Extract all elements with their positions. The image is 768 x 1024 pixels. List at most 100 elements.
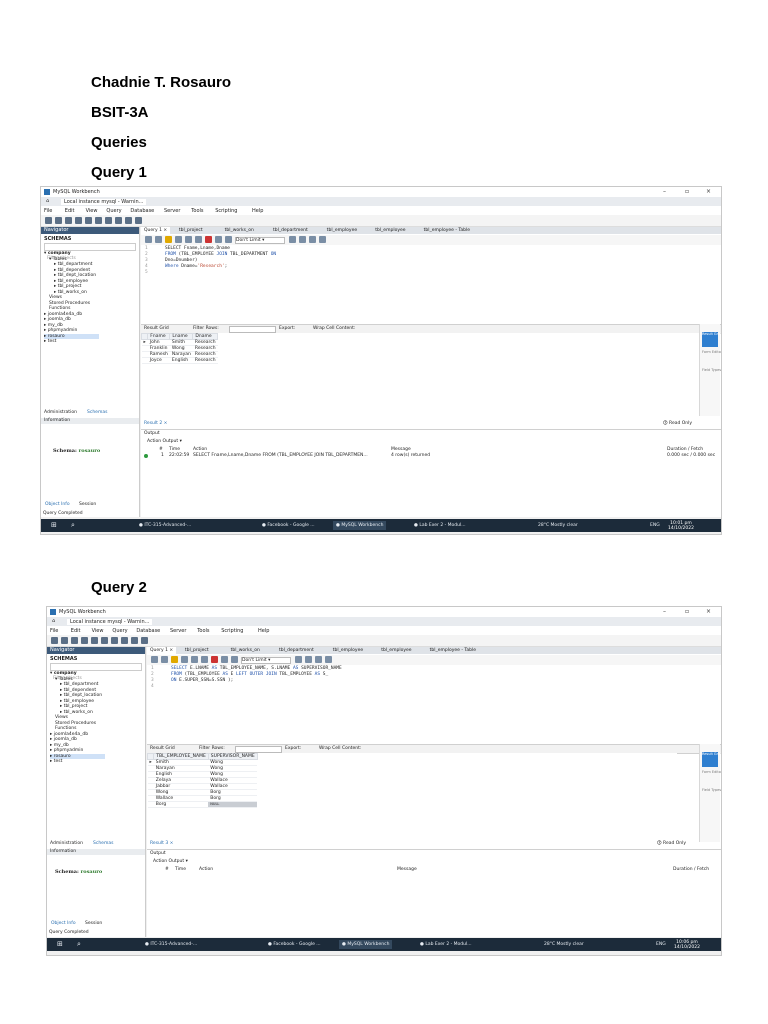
side-button[interactable]: Field Types	[702, 368, 721, 383]
tree-views[interactable]: Views	[49, 295, 62, 300]
search-icon[interactable]: ⌕	[77, 940, 81, 949]
connection-tab[interactable]: Local instance mysql - Warnin...	[67, 619, 153, 625]
menu-file[interactable]: File	[50, 628, 58, 634]
editor-toolbar-icon[interactable]	[295, 656, 302, 663]
toolbar-icon[interactable]	[45, 217, 52, 224]
sql-code[interactable]: 1 SELECT E.LNAME AS TBL_EMPLOYEE_NAME, S.…	[147, 666, 721, 734]
tree-company[interactable]: ▾ company	[50, 671, 77, 676]
toolbar-icon[interactable]	[131, 637, 138, 644]
editor-tab[interactable]: tbl_employee - Table	[427, 647, 479, 654]
menu-query[interactable]: Query	[112, 628, 127, 634]
menu-file[interactable]: File	[44, 208, 52, 214]
tree-schema[interactable]: ▸ my_db	[50, 743, 69, 748]
editor-toolbar-icon[interactable]	[231, 656, 238, 663]
toolbar-icon[interactable]	[101, 637, 108, 644]
editor-tab[interactable]: tbl_department	[276, 647, 317, 654]
menu-help[interactable]: Help	[258, 628, 269, 634]
taskbar-item[interactable]: ● MySQL Workbench	[333, 521, 387, 530]
tree-schema[interactable]: ▸ rosauro	[44, 333, 99, 339]
result-table[interactable]: Fname Lname Dname ▸ John Smith Research Frankli…	[140, 333, 219, 364]
editor-toolbar-icon[interactable]	[309, 236, 316, 243]
tree-table-item[interactable]: ▸ tbl_works_on	[60, 710, 93, 715]
tree-table-item[interactable]: ▸ tbl_dept_location	[60, 693, 102, 698]
schemas-tab[interactable]: Schemas	[87, 410, 107, 415]
menu-database[interactable]: Database	[136, 628, 160, 634]
editor-tab[interactable]: tbl_project	[182, 647, 212, 654]
table-row[interactable]: Ramesh Narayan Research	[141, 351, 218, 358]
side-button[interactable]: Field Types	[702, 788, 721, 803]
editor-toolbar-icon[interactable]	[305, 656, 312, 663]
editor-tab[interactable]: tbl_employee - Table	[421, 227, 473, 234]
table-row[interactable]: Joyce English Research	[141, 357, 218, 364]
tree-table-item[interactable]: ▸ tbl_project	[60, 704, 87, 709]
menu-query[interactable]: Query	[106, 208, 121, 214]
close-icon[interactable]: ×	[706, 608, 711, 616]
editor-toolbar-icon[interactable]	[145, 236, 152, 243]
toolbar-icon[interactable]	[141, 637, 148, 644]
maximize-icon[interactable]: ▫	[685, 188, 689, 196]
tree-schema[interactable]: ▸ joomla4e4a_db	[50, 732, 88, 737]
editor-toolbar-icon[interactable]	[205, 236, 212, 243]
wrap-content-label[interactable]: Wrap Cell Content:	[319, 746, 361, 751]
menu-server[interactable]: Server	[170, 628, 186, 634]
toolbar-icon[interactable]	[51, 637, 58, 644]
table-cell[interactable]: Franklin	[147, 345, 170, 352]
administration-tab[interactable]: Administration	[50, 841, 83, 846]
editor-tab[interactable]: tbl_employee	[378, 647, 414, 654]
search-icon[interactable]: ⌕	[71, 521, 75, 530]
editor-toolbar-icon[interactable]	[215, 236, 222, 243]
menu-tools[interactable]: Tools	[197, 628, 209, 634]
filter-rows-input[interactable]	[229, 326, 276, 333]
table-cell[interactable]: Research	[192, 345, 218, 352]
tree-table-item[interactable]: ▸ tbl_dept_location	[54, 273, 96, 278]
action-output-select[interactable]: Action Output ▾	[153, 859, 223, 864]
editor-toolbar-icon[interactable]	[299, 236, 306, 243]
tree-schema[interactable]: ▸ joomla_db	[44, 317, 71, 322]
table-cell[interactable]: Joyce	[147, 357, 170, 364]
home-icon[interactable]: ⌂	[46, 198, 49, 204]
toolbar-icon[interactable]	[65, 217, 72, 224]
taskbar-item[interactable]: ● ITC-315-Advanced-...	[136, 521, 194, 530]
tree-functions[interactable]: Functions	[49, 306, 71, 311]
session-tab[interactable]: Session	[79, 502, 96, 507]
language-indicator[interactable]: ENG	[650, 521, 660, 530]
maximize-icon[interactable]: ▫	[685, 608, 689, 616]
tree-stored-procedures[interactable]: Stored Procedures	[49, 301, 90, 306]
menu-scripting[interactable]: Scripting	[221, 628, 243, 634]
toolbar-icon[interactable]	[121, 637, 128, 644]
toolbar-icon[interactable]	[95, 217, 102, 224]
menu-server[interactable]: Server	[164, 208, 180, 214]
result-grid[interactable]: Fname Lname Dname ▸ John Smith Research Frankli…	[140, 333, 701, 397]
tree-tables[interactable]: ▾ Tables	[49, 257, 67, 262]
toolbar-icon[interactable]	[81, 637, 88, 644]
editor-tab[interactable]: tbl_department	[270, 227, 311, 234]
tree-table-item[interactable]: ▸ tbl_department	[60, 682, 98, 687]
result-grid-label[interactable]: Result Grid	[150, 746, 175, 751]
table-cell[interactable]: Ramesh	[147, 351, 170, 358]
taskbar-item[interactable]: ● MySQL Workbench	[339, 940, 393, 949]
toolbar-icon[interactable]	[85, 217, 92, 224]
export-label[interactable]: Export:	[279, 326, 295, 331]
object-info-tab[interactable]: Object Info	[45, 502, 70, 507]
result-tab[interactable]: Result 3 ×	[150, 841, 173, 846]
taskbar-item[interactable]: ● ITC-315-Advanced-...	[142, 940, 200, 949]
tree-views[interactable]: Views	[55, 715, 68, 720]
filter-objects-input[interactable]: Filter objects	[50, 663, 142, 681]
tree-schema[interactable]: ▸ my_db	[44, 323, 63, 328]
column-header[interactable]: TBL_EMPLOYEE_NAME	[153, 753, 209, 760]
table-cell[interactable]: Borg	[153, 801, 209, 808]
result-tab[interactable]: Result 2 ×	[144, 421, 167, 426]
tree-table-item[interactable]: ▸ tbl_works_on	[54, 290, 87, 295]
editor-toolbar-icon[interactable]	[225, 236, 232, 243]
tree-schema[interactable]: ▸ test	[44, 339, 56, 344]
filter-rows-label[interactable]: Filter Rows:	[199, 746, 225, 751]
editor-toolbar-icon[interactable]	[211, 656, 218, 663]
tree-table-item[interactable]: ▸ tbl_employee	[54, 279, 88, 284]
editor-toolbar-icon[interactable]	[161, 656, 168, 663]
taskbar-item[interactable]: ● Facebook - Google ...	[259, 521, 318, 530]
clock[interactable]: 10:06 pm 14/10/2022	[674, 940, 700, 950]
editor-toolbar-icon[interactable]	[185, 236, 192, 243]
limit-select[interactable]: Don't Limit ▾	[241, 657, 291, 664]
editor-tab[interactable]: tbl_project	[176, 227, 206, 234]
side-button[interactable]: Result Grid	[702, 332, 721, 347]
